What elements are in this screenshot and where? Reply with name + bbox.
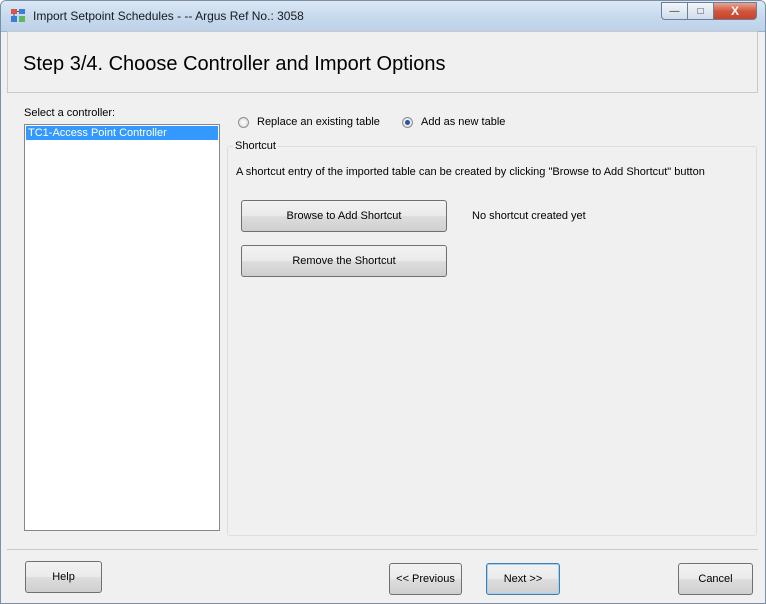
import-wizard-window: Import Setpoint Schedules - -- Argus Ref… bbox=[0, 0, 766, 604]
close-icon: X bbox=[730, 4, 739, 18]
step-header: Step 3/4. Choose Controller and Import O… bbox=[7, 31, 758, 93]
replace-table-option[interactable]: Replace an existing table bbox=[238, 116, 380, 128]
footer-divider bbox=[7, 549, 758, 550]
maximize-icon: □ bbox=[697, 5, 704, 17]
app-icon bbox=[11, 9, 25, 22]
shortcut-status: No shortcut created yet bbox=[472, 210, 586, 222]
window-title: Import Setpoint Schedules - -- Argus Ref… bbox=[33, 9, 304, 23]
add-new-table-label[interactable]: Add as new table bbox=[421, 116, 505, 128]
browse-shortcut-button[interactable]: Browse to Add Shortcut bbox=[241, 200, 447, 232]
shortcut-group-label: Shortcut bbox=[233, 140, 278, 152]
controller-label: Select a controller: bbox=[24, 107, 116, 119]
next-button[interactable]: Next >> bbox=[486, 563, 560, 595]
minimize-icon: — bbox=[669, 5, 680, 17]
add-new-table-radio[interactable] bbox=[402, 116, 413, 128]
controller-list-item[interactable]: TC1-Access Point Controller bbox=[26, 126, 218, 140]
remove-shortcut-button[interactable]: Remove the Shortcut bbox=[241, 245, 447, 277]
shortcut-description: A shortcut entry of the imported table c… bbox=[236, 166, 705, 178]
add-new-table-option[interactable]: Add as new table bbox=[402, 116, 505, 128]
help-button[interactable]: Help bbox=[25, 561, 102, 593]
controller-listbox[interactable]: TC1-Access Point Controller bbox=[24, 124, 220, 531]
close-button[interactable]: X bbox=[713, 2, 757, 20]
caption-buttons: — □ X bbox=[661, 2, 757, 21]
replace-table-label[interactable]: Replace an existing table bbox=[257, 116, 380, 128]
previous-button[interactable]: << Previous bbox=[389, 563, 462, 595]
minimize-button[interactable]: — bbox=[661, 2, 687, 20]
cancel-button[interactable]: Cancel bbox=[678, 563, 753, 595]
title-bar[interactable]: Import Setpoint Schedules - -- Argus Ref… bbox=[1, 1, 765, 32]
maximize-button[interactable]: □ bbox=[687, 2, 713, 20]
replace-table-radio[interactable] bbox=[238, 116, 249, 128]
page-title: Step 3/4. Choose Controller and Import O… bbox=[23, 53, 446, 75]
